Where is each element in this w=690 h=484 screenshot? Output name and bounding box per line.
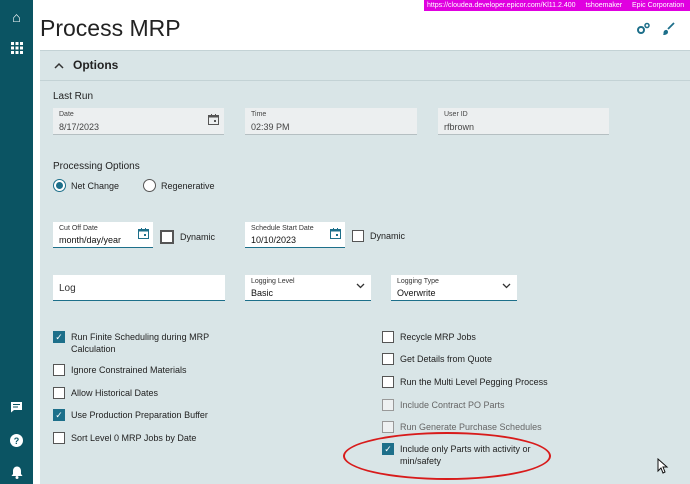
username: tshoemaker: [585, 2, 623, 9]
calendar-icon[interactable]: [138, 228, 149, 239]
checkbox-label: Run Generate Purchase Schedules: [400, 422, 542, 432]
apps-grid-icon[interactable]: [0, 36, 33, 60]
checkbox-label: Run Finite Scheduling during MRP Calcula…: [71, 332, 209, 354]
checkbox-box[interactable]: [53, 387, 65, 399]
clear-brush-icon[interactable]: [660, 20, 678, 38]
logging-level-value: Basic: [251, 288, 274, 298]
settings-icon[interactable]: [634, 20, 652, 38]
dynamic-label: Dynamic: [370, 231, 406, 241]
checkbox-box-disabled: [382, 421, 394, 433]
help-icon[interactable]: ?: [0, 428, 33, 452]
schedule-start-date-label: Schedule Start Date: [251, 225, 314, 232]
checkbox-label: Get Details from Quote: [400, 354, 493, 364]
help-icon-glyph: ?: [10, 433, 23, 447]
mouse-cursor-icon: [657, 458, 669, 474]
checkbox-box[interactable]: [160, 230, 174, 244]
highlight-annotation-oval: [343, 432, 551, 480]
checkbox-label: Allow Historical Dates: [71, 388, 159, 398]
schedule-start-date-value: 10/10/2023: [251, 235, 297, 245]
regenerative-label: Regenerative: [161, 180, 215, 191]
cutoff-date-value: month/day/year: [59, 235, 122, 245]
time-label: Time: [251, 111, 267, 118]
company-name: Epic Corporation: [632, 2, 685, 9]
date-value: 8/17/2023: [59, 122, 100, 132]
environment-info-bar: https://cloudea.developer.epicor.com/Kl1…: [424, 0, 690, 11]
dynamic-cutoff-checkbox[interactable]: Dynamic: [160, 230, 215, 244]
schedule-start-date-field[interactable]: Schedule Start Date 10/10/2023: [245, 222, 345, 248]
cutoff-date-label: Cut Off Date: [59, 225, 98, 232]
brush-icon-glyph: [663, 22, 675, 35]
run-generate-purchase-schedules-checkbox: Run Generate Purchase Schedules: [382, 421, 542, 433]
svg-text:?: ?: [14, 436, 20, 446]
recycle-mrp-jobs-checkbox[interactable]: Recycle MRP Jobs: [382, 331, 476, 343]
left-nav-bar: ⌂ ?: [0, 0, 33, 484]
logging-level-select[interactable]: Logging Level Basic: [245, 275, 371, 301]
sort-level-0-mrp-jobs-checkbox[interactable]: Sort Level 0 MRP Jobs by Date: [53, 432, 196, 444]
checkbox-label: Ignore Constrained Materials: [71, 365, 187, 375]
checkbox-label: Recycle MRP Jobs: [400, 332, 476, 342]
dynamic-label: Dynamic: [180, 232, 216, 242]
chevron-down-icon[interactable]: [356, 283, 365, 289]
dynamic-schedule-checkbox[interactable]: Dynamic: [352, 230, 405, 242]
logging-type-select[interactable]: Logging Type Overwrite: [391, 275, 517, 301]
page-title: Process MRP: [40, 15, 181, 41]
server-url: https://cloudea.developer.epicor.com/Kl1…: [427, 2, 576, 9]
checkbox-box[interactable]: [382, 331, 394, 343]
last-run-time-field: Time 02:39 PM: [245, 108, 417, 135]
checkbox-box[interactable]: [352, 230, 364, 242]
checkbox-box[interactable]: [382, 353, 394, 365]
logging-type-value: Overwrite: [397, 288, 436, 298]
apps-grid-icon-glyph: [10, 42, 23, 54]
bell-icon[interactable]: [0, 460, 33, 484]
chat-icon-glyph: [11, 402, 22, 413]
include-contract-po-parts-checkbox: Include Contract PO Parts: [382, 399, 505, 411]
calendar-icon[interactable]: [330, 228, 341, 239]
calendar-icon: [208, 114, 219, 125]
use-production-preparation-buffer-checkbox[interactable]: ✓ Use Production Preparation Buffer: [53, 409, 208, 421]
chevron-up-icon[interactable]: [54, 61, 64, 71]
checkbox-box[interactable]: [382, 376, 394, 388]
processing-options-label: Processing Options: [53, 161, 140, 172]
allow-historical-dates-checkbox[interactable]: Allow Historical Dates: [53, 387, 158, 399]
checkbox-label: Use Production Preparation Buffer: [71, 410, 208, 420]
chat-icon[interactable]: [0, 395, 33, 419]
last-run-label: Last Run: [53, 91, 94, 102]
radio-unselected-indicator[interactable]: [143, 179, 156, 192]
cutoff-date-field[interactable]: Cut Off Date month/day/year: [53, 222, 153, 248]
net-change-label: Net Change: [71, 180, 120, 191]
radio-selected-indicator[interactable]: [53, 179, 66, 192]
user-id-label: User ID: [444, 111, 468, 118]
date-label: Date: [59, 111, 74, 118]
log-input[interactable]: Log: [53, 275, 225, 301]
checkbox-label: Run the Multi Level Pegging Process: [400, 377, 548, 387]
logging-level-label: Logging Level: [251, 278, 295, 285]
log-placeholder: Log: [59, 283, 76, 294]
checkbox-label: Sort Level 0 MRP Jobs by Date: [71, 433, 197, 443]
options-title: Options: [73, 58, 119, 72]
net-change-radio[interactable]: Net Change: [53, 179, 119, 192]
user-id-value: rfbrown: [444, 122, 475, 132]
home-icon[interactable]: ⌂: [0, 5, 33, 29]
run-multi-level-pegging-checkbox[interactable]: Run the Multi Level Pegging Process: [382, 376, 548, 388]
checkbox-checked[interactable]: ✓: [53, 331, 65, 343]
chevron-down-icon[interactable]: [502, 283, 511, 289]
checkbox-checked[interactable]: ✓: [53, 409, 65, 421]
settings-icon-glyph: [637, 22, 650, 34]
last-run-user-field: User ID rfbrown: [438, 108, 609, 135]
checkbox-box-disabled: [382, 399, 394, 411]
run-finite-scheduling-checkbox[interactable]: ✓ Run Finite Scheduling during MRP Calcu…: [53, 331, 213, 355]
checkbox-label: Include Contract PO Parts: [400, 400, 505, 410]
last-run-date-field: Date 8/17/2023: [53, 108, 224, 135]
ignore-constrained-materials-checkbox[interactable]: Ignore Constrained Materials: [53, 364, 187, 376]
checkbox-box[interactable]: [53, 364, 65, 376]
options-panel-header[interactable]: Options: [40, 51, 690, 81]
bell-icon-glyph: [11, 466, 22, 479]
checkbox-box[interactable]: [53, 432, 65, 444]
logging-type-label: Logging Type: [397, 278, 439, 285]
time-value: 02:39 PM: [251, 122, 290, 132]
regenerative-radio[interactable]: Regenerative: [143, 179, 215, 192]
options-panel: Options Last Run Date 8/17/2023 Time 02:…: [40, 50, 690, 484]
get-details-from-quote-checkbox[interactable]: Get Details from Quote: [382, 353, 492, 365]
